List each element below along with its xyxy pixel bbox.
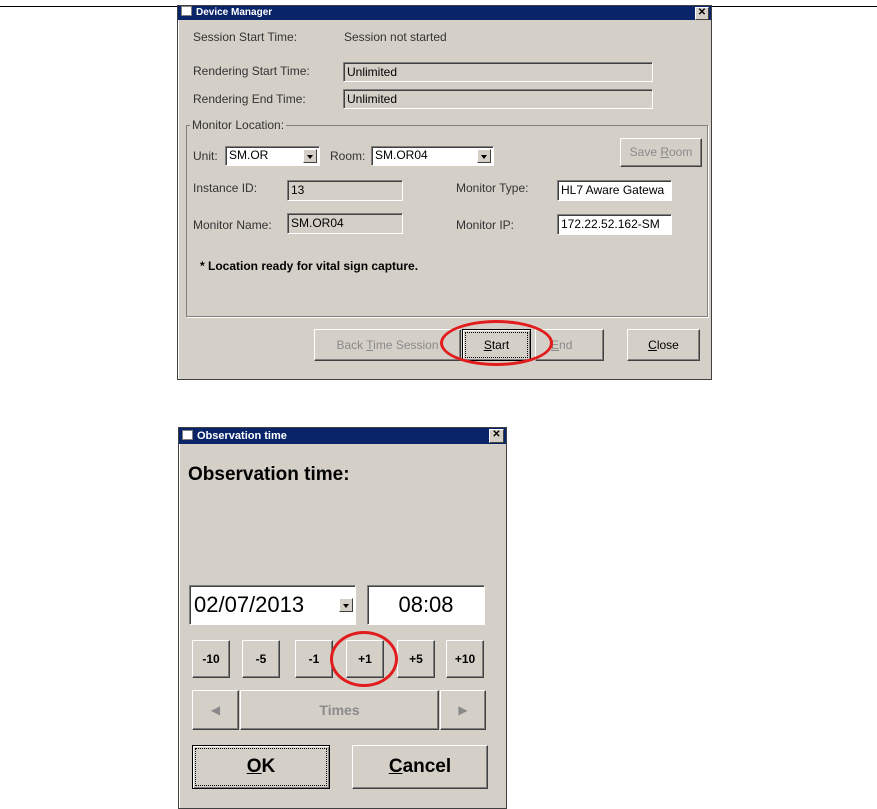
session-start-value: Session not started bbox=[344, 30, 447, 44]
room-select-value: SM.OR04 bbox=[375, 148, 428, 162]
close-icon[interactable]: ✕ bbox=[489, 429, 504, 443]
unit-label: Unit: bbox=[193, 149, 218, 163]
back-time-session-button[interactable]: Back Time Session bbox=[314, 329, 461, 361]
date-value: 02/07/2013 bbox=[194, 592, 305, 617]
times-label: Times bbox=[319, 702, 360, 718]
next-time-button[interactable]: ▶ bbox=[440, 690, 486, 730]
rendering-start-label: Rendering Start Time: bbox=[193, 64, 310, 78]
cancel-button[interactable]: Cancel bbox=[352, 745, 488, 789]
minus-1-button[interactable]: -1 bbox=[295, 640, 333, 678]
plus-10-button[interactable]: +10 bbox=[446, 640, 484, 678]
plus-1-button[interactable]: +1 bbox=[346, 640, 384, 678]
monitor-ip-label: Monitor IP: bbox=[456, 218, 515, 232]
chevron-down-icon[interactable] bbox=[477, 149, 491, 163]
rendering-end-label: Rendering End Time: bbox=[193, 92, 306, 106]
device-manager-window: Device Manager ✕ Session Start Time: Ses… bbox=[177, 5, 712, 380]
observation-titlebar: Observation time ✕ bbox=[179, 428, 506, 444]
rendering-start-field[interactable]: Unlimited bbox=[343, 62, 653, 82]
monitor-name-label: Monitor Name: bbox=[193, 218, 272, 232]
prev-time-button[interactable]: ◀ bbox=[192, 690, 239, 730]
times-button[interactable]: Times bbox=[240, 690, 439, 730]
rendering-end-field[interactable]: Unlimited bbox=[343, 89, 653, 109]
monitor-type-label: Monitor Type: bbox=[456, 181, 529, 195]
time-value: 08:08 bbox=[398, 592, 454, 617]
observation-heading: Observation time: bbox=[188, 464, 350, 485]
instance-id-label: Instance ID: bbox=[193, 181, 258, 195]
room-label: Room: bbox=[330, 149, 366, 163]
end-button[interactable]: End bbox=[535, 329, 604, 361]
device-manager-titlebar: Device Manager ✕ bbox=[178, 6, 711, 20]
save-room-button[interactable]: Save Room bbox=[620, 138, 702, 167]
start-button[interactable]: Start bbox=[462, 329, 531, 361]
minus-5-button[interactable]: -5 bbox=[242, 640, 280, 678]
session-start-label: Session Start Time: bbox=[193, 30, 298, 44]
room-select[interactable]: SM.OR04 bbox=[371, 146, 494, 166]
app-icon bbox=[181, 6, 192, 16]
chevron-down-icon[interactable] bbox=[303, 149, 317, 163]
close-icon[interactable]: ✕ bbox=[695, 7, 709, 20]
chevron-down-icon[interactable] bbox=[339, 598, 353, 612]
ok-button[interactable]: OK bbox=[192, 745, 330, 789]
unit-select-value: SM.OR bbox=[229, 148, 269, 162]
app-icon bbox=[182, 430, 193, 440]
plus-5-button[interactable]: +5 bbox=[397, 640, 435, 678]
time-field[interactable]: 08:08 bbox=[367, 585, 485, 625]
monitor-location-label: Monitor Location: bbox=[190, 118, 287, 132]
status-message: * Location ready for vital sign capture. bbox=[200, 259, 419, 273]
observation-time-window: Observation time ✕ Observation time: 02/… bbox=[178, 427, 507, 809]
arrow-left-icon: ◀ bbox=[210, 703, 221, 717]
device-manager-title: Device Manager bbox=[196, 7, 273, 18]
date-select[interactable]: 02/07/2013 bbox=[189, 585, 356, 625]
monitor-ip-field: 172.22.52.162-SM bbox=[557, 214, 672, 235]
monitor-name-field: SM.OR04 bbox=[287, 213, 403, 234]
monitor-type-field: HL7 Aware Gatewa bbox=[557, 180, 672, 201]
arrow-right-icon: ▶ bbox=[458, 703, 468, 717]
observation-title: Observation time bbox=[197, 430, 287, 442]
close-button[interactable]: Close bbox=[627, 329, 700, 361]
instance-id-field: 13 bbox=[287, 180, 403, 201]
unit-select[interactable]: SM.OR bbox=[225, 146, 320, 166]
minus-10-button[interactable]: -10 bbox=[192, 640, 230, 678]
